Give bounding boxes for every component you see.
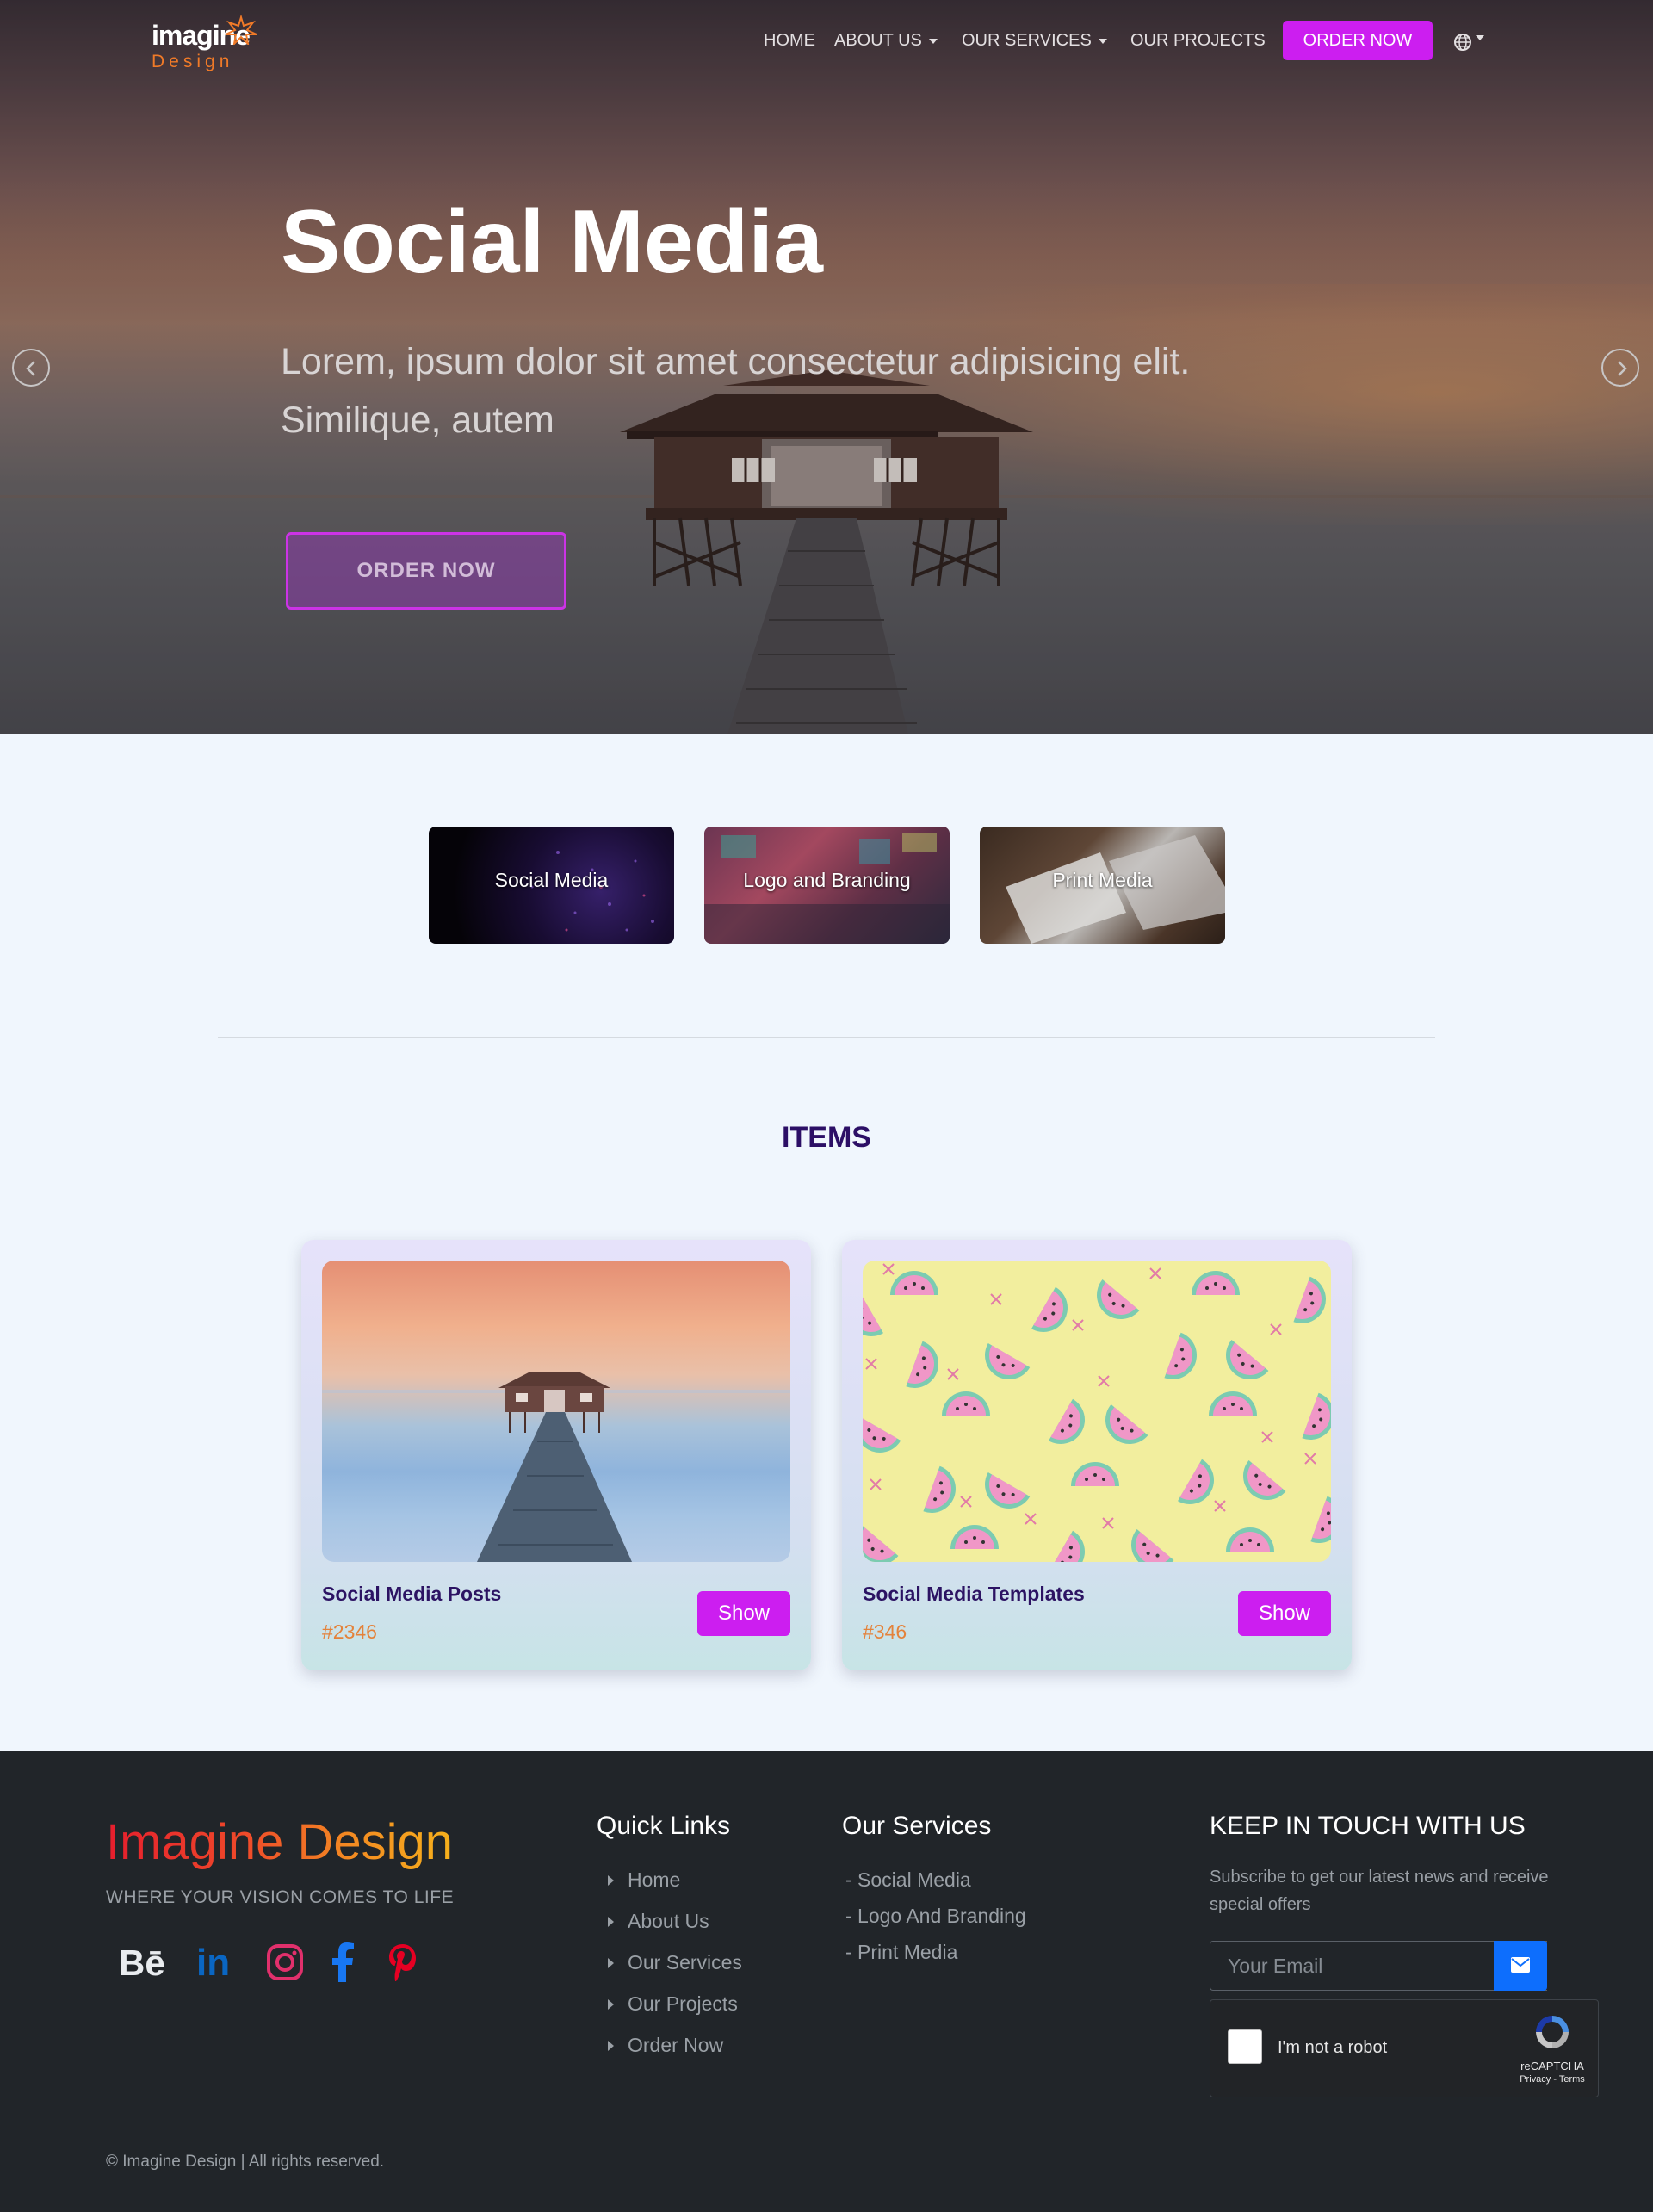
recaptcha-terms-link[interactable]: Privacy - Terms — [1514, 2074, 1591, 2085]
nav-our-services[interactable]: OUR SERVICES — [962, 31, 1107, 51]
language-selector[interactable] — [1453, 33, 1484, 56]
footer-service-social-media[interactable]: - Social Media — [845, 1868, 971, 1892]
chevron-left-icon — [26, 361, 35, 376]
recaptcha-logo: reCAPTCHA Privacy - Terms — [1514, 2012, 1591, 2085]
hero-title: Social Media — [281, 192, 823, 292]
footer-link-our-projects[interactable]: Our Projects — [608, 1992, 738, 2016]
linkedin-icon: in — [196, 1942, 230, 1984]
footer-service-print-media[interactable]: - Print Media — [845, 1941, 957, 1964]
show-button[interactable]: Show — [697, 1591, 790, 1636]
nav-home[interactable]: HOME — [764, 31, 815, 51]
brand-logo[interactable]: imagine Design — [150, 15, 262, 76]
globe-icon — [1454, 34, 1471, 51]
category-tile-social-media[interactable]: Social Media — [429, 827, 674, 944]
category-label: Social Media — [494, 869, 609, 891]
show-button[interactable]: Show — [1238, 1591, 1331, 1636]
carousel-prev-button[interactable] — [12, 349, 50, 387]
caret-right-icon — [608, 2041, 614, 2051]
category-tile-logo-branding[interactable]: Logo and Branding — [704, 827, 950, 944]
footer-link-home[interactable]: Home — [608, 1868, 680, 1892]
footer-link-label: Home — [628, 1868, 681, 1891]
footer-brand: Imagine Design — [106, 1814, 453, 1870]
items-heading: ITEMS — [782, 1121, 871, 1154]
footer-link-our-services[interactable]: Our Services — [608, 1951, 742, 1974]
behance-icon: Bē — [119, 1942, 165, 1983]
caret-right-icon — [608, 1875, 614, 1886]
recaptcha-widget: I'm not a robot reCAPTCHA Privacy - Term… — [1210, 1999, 1599, 2097]
footer-link-order-now[interactable]: Order Now — [608, 2034, 723, 2057]
nav-home-label: HOME — [764, 31, 815, 50]
envelope-icon — [1511, 1957, 1530, 1973]
recaptcha-checkbox[interactable] — [1228, 2029, 1262, 2064]
item-code: #2346 — [322, 1620, 377, 1643]
item-title: Social Media Templates — [863, 1583, 1085, 1605]
item-title: Social Media Posts — [322, 1583, 502, 1605]
footer-link-label: Our Projects — [628, 1992, 738, 2015]
category-label: Print Media — [1052, 869, 1153, 891]
nav-order-now-button[interactable]: ORDER NOW — [1283, 21, 1433, 60]
nav-our-projects-label: OUR PROJECTS — [1130, 31, 1266, 50]
footer: Imagine Design WHERE YOUR VISION COMES T… — [0, 1751, 1653, 2212]
hero-subtitle: Lorem, ipsum dolor sit amet consectetur … — [281, 341, 1191, 441]
nav-about-us-label: ABOUT US — [834, 31, 922, 50]
item-image-pier-sunset — [322, 1261, 790, 1562]
instagram-link[interactable] — [263, 1941, 306, 1988]
footer-link-label: Order Now — [628, 2034, 724, 2056]
item-image-watermelon-pattern — [863, 1261, 1331, 1562]
pinterest-link[interactable] — [386, 1941, 420, 1988]
category-tile-print-media[interactable]: Print Media — [980, 827, 1225, 944]
footer-link-label: Our Services — [628, 1951, 742, 1973]
footer-tagline: WHERE YOUR VISION COMES TO LIFE — [106, 1887, 455, 1907]
behance-link[interactable]: Bē — [119, 1941, 170, 1988]
pinterest-icon — [389, 1944, 416, 1981]
newsletter-text: Subscribe to get our latest news and rec… — [1210, 1868, 1549, 1914]
facebook-link[interactable] — [325, 1941, 360, 1988]
caret-right-icon — [608, 1958, 614, 1968]
newsletter-heading: KEEP IN TOUCH WITH US — [1210, 1812, 1526, 1840]
item-code: #346 — [863, 1620, 907, 1643]
subscribe-button[interactable] — [1494, 1941, 1547, 1991]
footer-link-label: About Us — [628, 1910, 709, 1932]
carousel-next-button[interactable] — [1601, 349, 1639, 387]
hero-order-now-button[interactable]: ORDER NOW — [286, 532, 566, 610]
logo-subtitle: Design — [152, 52, 234, 71]
quick-links-heading: Quick Links — [597, 1812, 731, 1840]
services-heading: Our Services — [842, 1812, 992, 1840]
chevron-down-icon — [1098, 38, 1107, 44]
section-divider — [218, 1037, 1435, 1038]
category-tiles: Social Media Logo and Branding Print Med… — [0, 827, 1653, 944]
recaptcha-label: I'm not a robot — [1278, 2038, 1388, 2057]
nav-our-services-label: OUR SERVICES — [962, 31, 1092, 50]
caret-right-icon — [608, 1999, 614, 2010]
svg-text:in: in — [196, 1942, 230, 1984]
logo-star-icon — [225, 15, 257, 45]
nav-our-projects[interactable]: OUR PROJECTS — [1130, 31, 1266, 51]
item-card: Social Media Posts #2346 Show — [301, 1240, 811, 1670]
facebook-icon — [332, 1942, 354, 1982]
svg-text:Bē: Bē — [119, 1942, 165, 1983]
top-navbar: imagine Design HOME ABOUT US OUR SERVICE… — [0, 0, 1653, 86]
hero-carousel: imagine Design HOME ABOUT US OUR SERVICE… — [0, 0, 1653, 734]
chevron-down-icon — [1476, 35, 1484, 40]
chevron-down-icon — [928, 38, 938, 44]
recaptcha-icon — [1536, 2016, 1569, 2048]
category-label: Logo and Branding — [743, 869, 911, 891]
recaptcha-brand: reCAPTCHA — [1520, 2060, 1584, 2073]
chevron-right-icon — [1618, 361, 1627, 376]
footer-service-logo-branding[interactable]: - Logo And Branding — [845, 1905, 1026, 1928]
copyright-text: © Imagine Design | All rights reserved. — [106, 2153, 385, 2171]
instagram-icon — [267, 1944, 303, 1980]
caret-right-icon — [608, 1917, 614, 1927]
footer-link-about-us[interactable]: About Us — [608, 1910, 709, 1933]
nav-about-us[interactable]: ABOUT US — [834, 31, 938, 51]
linkedin-link[interactable]: in — [196, 1941, 239, 1988]
item-card: Social Media Templates #346 Show — [842, 1240, 1352, 1670]
